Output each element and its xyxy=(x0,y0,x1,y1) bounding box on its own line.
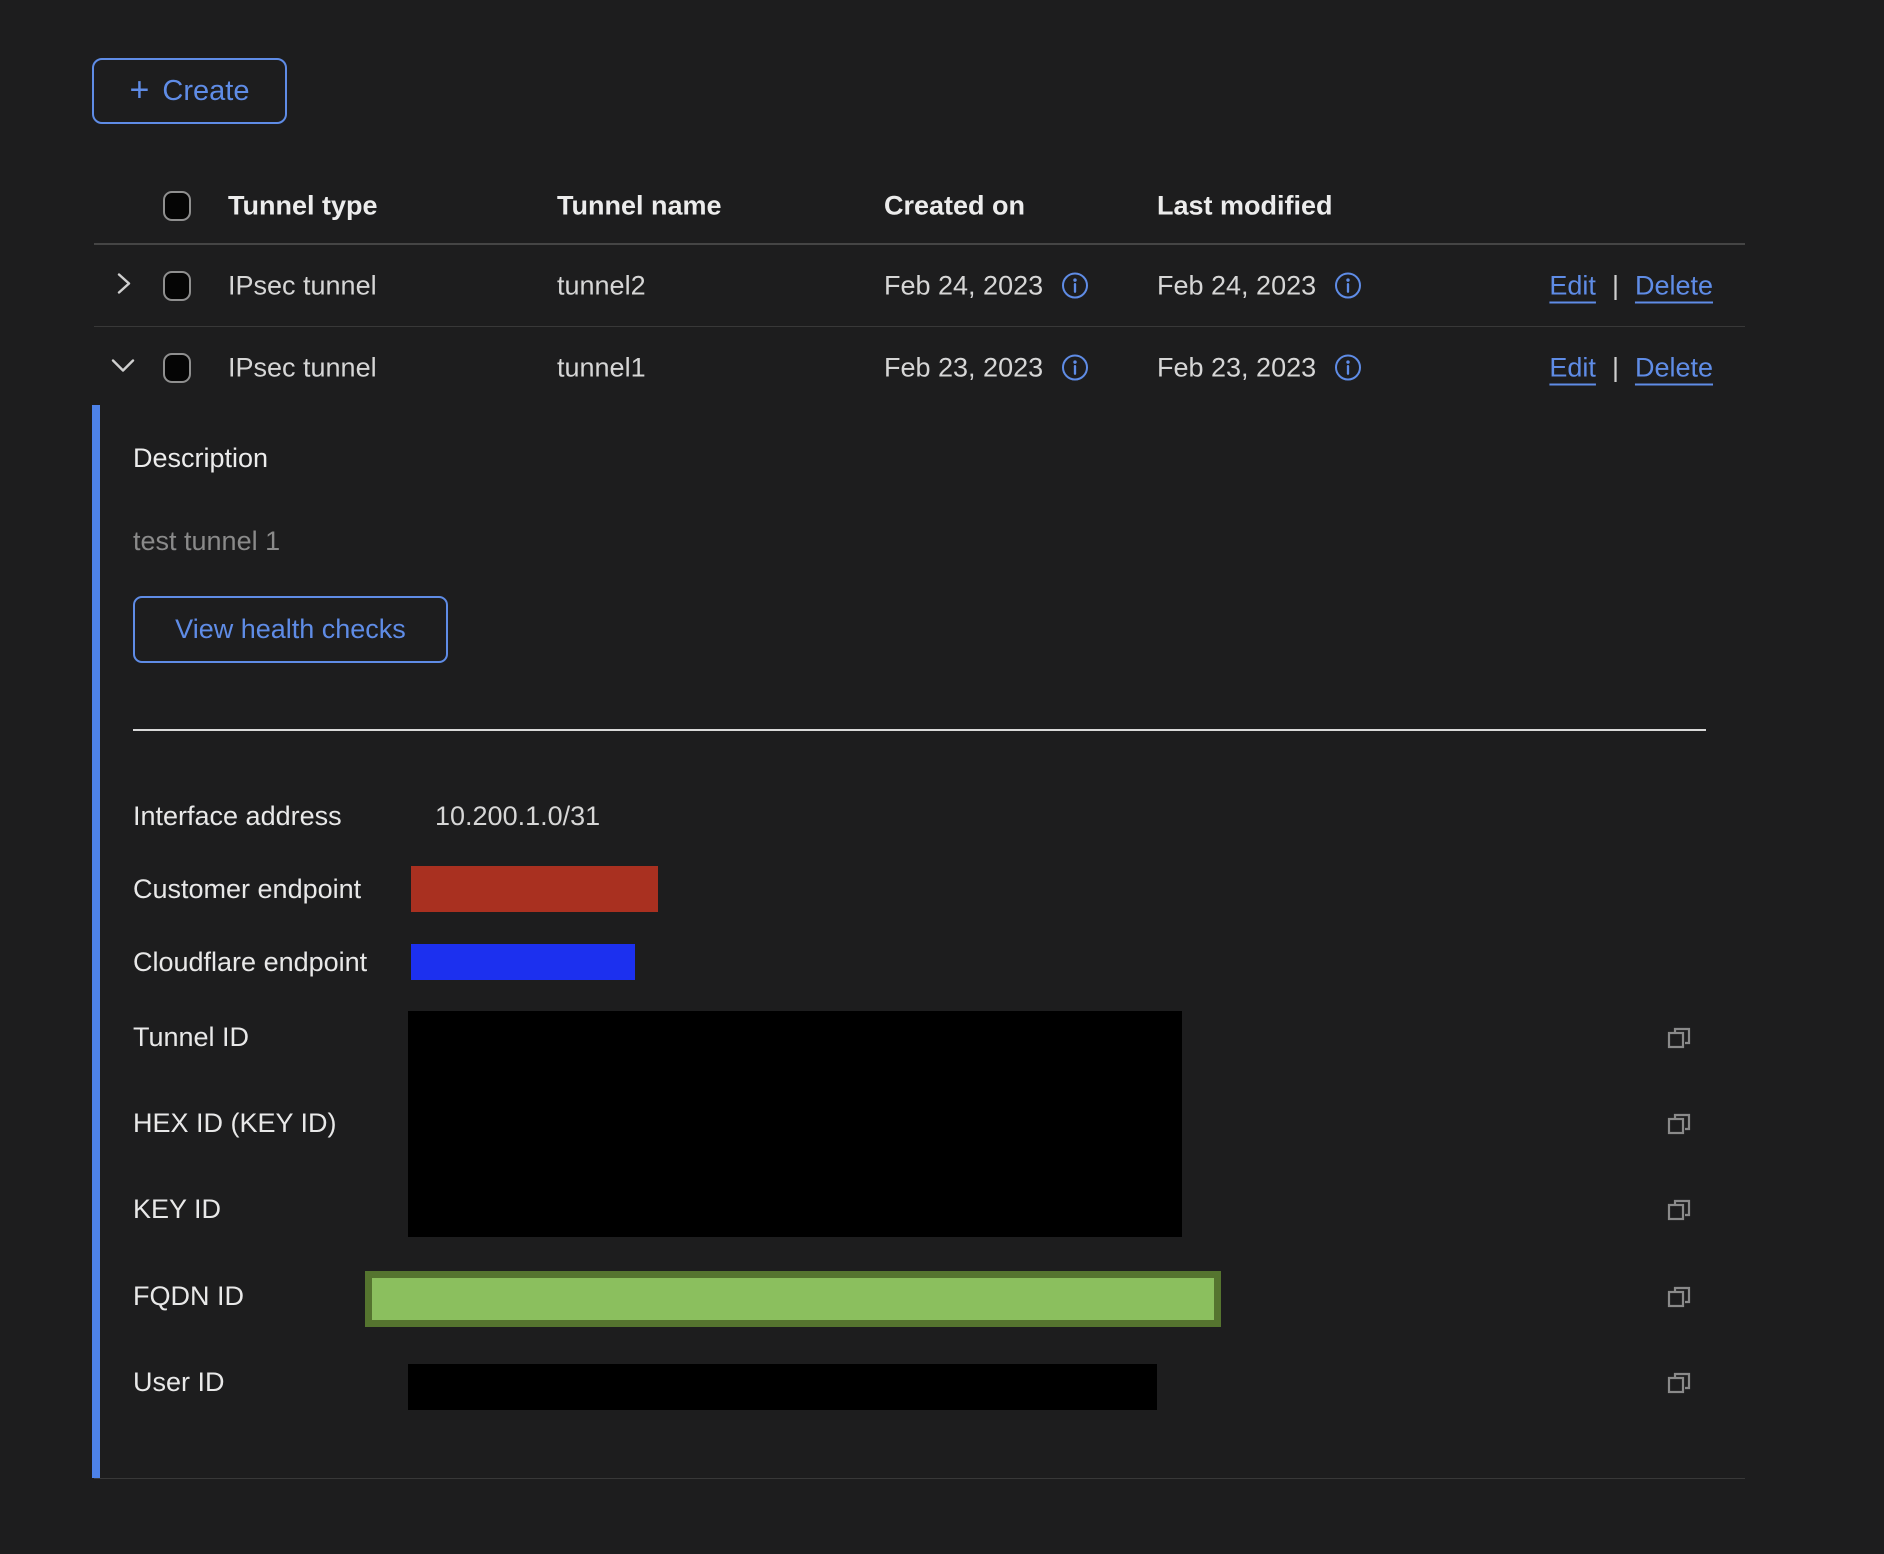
customer-endpoint-label: Customer endpoint xyxy=(133,874,361,905)
customer-endpoint-redaction xyxy=(411,866,658,912)
select-all-checkbox-cell xyxy=(163,191,191,221)
chevron-down-icon[interactable] xyxy=(108,352,138,378)
create-button-label: Create xyxy=(162,75,249,108)
copy-icon[interactable] xyxy=(1665,1283,1693,1311)
cloudflare-endpoint-label: Cloudflare endpoint xyxy=(133,947,367,978)
table-header-row: Tunnel type Tunnel name Created on Last … xyxy=(94,168,1745,245)
last-modified-value: Feb 23, 2023 xyxy=(1157,352,1316,383)
copy-icon[interactable] xyxy=(1665,1110,1693,1138)
delete-link[interactable]: Delete xyxy=(1635,270,1713,301)
header-last-modified: Last modified xyxy=(1157,190,1333,221)
action-separator: | xyxy=(1612,352,1619,383)
tunnel-id-label: Tunnel ID xyxy=(133,1022,249,1053)
info-icon[interactable] xyxy=(1334,354,1362,382)
interface-address-label: Interface address xyxy=(133,801,342,832)
delete-link[interactable]: Delete xyxy=(1635,352,1713,383)
tunnel-name-value: tunnel2 xyxy=(557,270,646,301)
action-separator: | xyxy=(1612,270,1619,301)
info-icon[interactable] xyxy=(1334,272,1362,300)
tunnel-table: Tunnel type Tunnel name Created on Last … xyxy=(94,168,1745,408)
chevron-right-icon[interactable] xyxy=(110,270,136,296)
copy-icon[interactable] xyxy=(1665,1369,1693,1397)
select-all-checkbox[interactable] xyxy=(163,191,191,221)
edit-link[interactable]: Edit xyxy=(1549,352,1596,383)
plus-icon: + xyxy=(130,73,150,107)
hex-id-label: HEX ID (KEY ID) xyxy=(133,1108,337,1139)
panel-divider xyxy=(133,729,1706,731)
created-on-value: Feb 23, 2023 xyxy=(884,352,1043,383)
copy-icon[interactable] xyxy=(1665,1024,1693,1052)
key-id-label: KEY ID xyxy=(133,1194,221,1225)
fqdn-id-redaction xyxy=(365,1271,1221,1327)
fqdn-id-label: FQDN ID xyxy=(133,1281,244,1312)
info-icon[interactable] xyxy=(1061,354,1089,382)
tunnel-type-value: IPsec tunnel xyxy=(228,352,377,383)
interface-address-value: 10.200.1.0/31 xyxy=(435,801,600,832)
create-button[interactable]: + Create xyxy=(92,58,287,124)
created-on-value: Feb 24, 2023 xyxy=(884,270,1043,301)
user-id-label: User ID xyxy=(133,1367,225,1398)
tunnel-id-redaction xyxy=(408,1011,1182,1237)
table-row-tunnel2: IPsec tunnel tunnel2 Feb 24, 2023 Feb 24… xyxy=(94,245,1745,327)
header-tunnel-name: Tunnel name xyxy=(557,190,722,221)
tunnel-name-value: tunnel1 xyxy=(557,352,646,383)
table-row-tunnel1: IPsec tunnel tunnel1 Feb 23, 2023 Feb 23… xyxy=(94,327,1745,408)
info-icon[interactable] xyxy=(1061,272,1089,300)
description-label: Description xyxy=(133,443,268,474)
cloudflare-endpoint-redaction xyxy=(411,944,635,980)
expanded-row-indicator-bar xyxy=(92,405,100,1478)
last-modified-value: Feb 24, 2023 xyxy=(1157,270,1316,301)
tunnel-type-value: IPsec tunnel xyxy=(228,270,377,301)
user-id-redaction xyxy=(408,1364,1157,1410)
copy-icon[interactable] xyxy=(1665,1196,1693,1224)
view-health-checks-label: View health checks xyxy=(175,614,406,645)
table-bottom-divider xyxy=(94,1478,1745,1479)
row-checkbox-tunnel1[interactable] xyxy=(163,353,191,383)
header-created-on: Created on xyxy=(884,190,1025,221)
description-value: test tunnel 1 xyxy=(133,526,280,557)
view-health-checks-button[interactable]: View health checks xyxy=(133,596,448,663)
row-checkbox-tunnel2[interactable] xyxy=(163,271,191,301)
edit-link[interactable]: Edit xyxy=(1549,270,1596,301)
header-tunnel-type: Tunnel type xyxy=(228,190,378,221)
